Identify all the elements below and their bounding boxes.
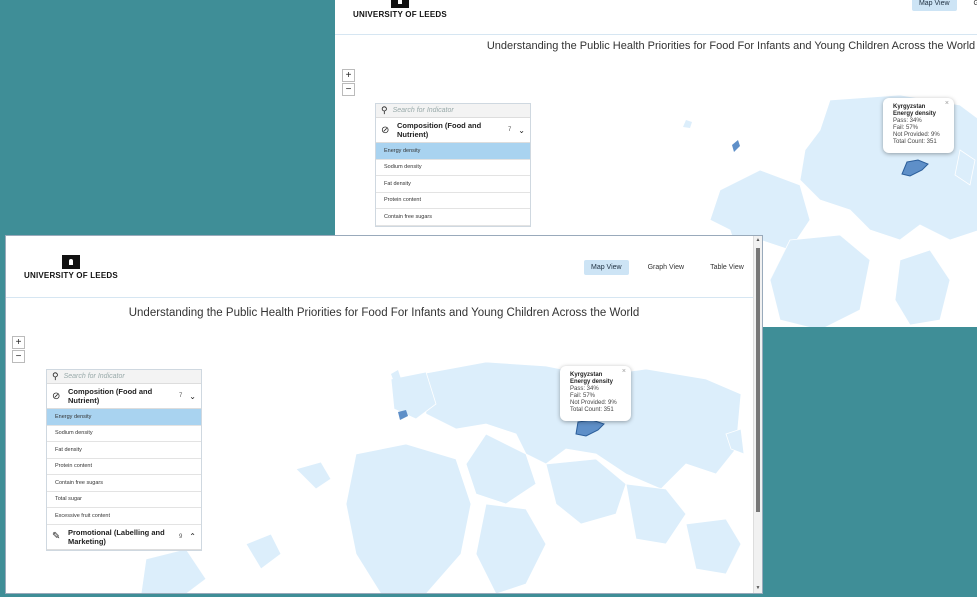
indicator-item-excessive-fruit-content[interactable]: Excessive fruit content bbox=[47, 508, 201, 525]
map-country-marker[interactable] bbox=[732, 140, 740, 152]
map-zoom-control: + − bbox=[342, 69, 355, 96]
group-label: Composition (Food and Nutrient) bbox=[68, 387, 153, 405]
page-scrollbar[interactable]: ▲ ▼ bbox=[753, 236, 762, 593]
indicator-item-energy-density[interactable]: Energy density bbox=[376, 143, 530, 160]
indicator-panel: ⚲ Search for Indicator ⊘ Composition (Fo… bbox=[46, 369, 202, 551]
tag-icon: ✎ bbox=[52, 531, 61, 542]
tab-graph-view[interactable]: Graph View bbox=[967, 0, 977, 11]
logo-text: UNIVERSITY OF LEEDS bbox=[24, 271, 118, 280]
indicator-item-protein-content[interactable]: Protein content bbox=[376, 193, 530, 209]
indicator-item-fat-density[interactable]: Fat density bbox=[47, 442, 201, 459]
site-header: UNIVERSITY OF LEEDS Map View Graph View … bbox=[6, 236, 762, 298]
indicator-item-fat-density[interactable]: Fat density bbox=[376, 176, 530, 193]
tooltip-fail: Fail: 57% bbox=[893, 125, 919, 131]
chevron-down-icon[interactable]: ⌄ bbox=[189, 392, 196, 401]
chevron-up-icon[interactable]: ⌃ bbox=[189, 532, 196, 541]
tab-graph-view[interactable]: Graph View bbox=[641, 260, 691, 275]
search-placeholder: Search for Indicator bbox=[63, 373, 125, 380]
country-tooltip: × Kyrgyzstan Energy density Pass: 34% Fa… bbox=[883, 98, 954, 153]
tooltip-pass: Pass: 34% bbox=[893, 118, 922, 124]
logo-mark-icon bbox=[390, 0, 409, 8]
tooltip-pass: Pass: 34% bbox=[570, 386, 599, 392]
tooltip-total: Total Count: 351 bbox=[893, 139, 937, 145]
country-tooltip: × Kyrgyzstan Energy density Pass: 34% Fa… bbox=[560, 366, 631, 421]
page-title: Understanding the Public Health Prioriti… bbox=[128, 307, 640, 319]
tooltip-fail: Fail: 57% bbox=[570, 393, 596, 399]
scrollbar-thumb[interactable] bbox=[756, 248, 760, 512]
zoom-out-button[interactable]: − bbox=[342, 83, 355, 96]
indicator-item-sodium-density[interactable]: Sodium density bbox=[376, 160, 530, 176]
close-icon[interactable]: × bbox=[945, 100, 949, 107]
indicator-search[interactable]: ⚲ Search for Indicator bbox=[376, 104, 530, 118]
view-nav: Map View Graph View Table View bbox=[584, 260, 751, 275]
university-logo[interactable]: UNIVERSITY OF LEEDS bbox=[353, 0, 447, 19]
group-composition[interactable]: ⊘ Composition (Food and Nutrient) 7 ⌄ bbox=[376, 118, 530, 143]
indicator-panel: ⚲ Search for Indicator ⊘ Composition (Fo… bbox=[375, 103, 531, 227]
browser-window: UNIVERSITY OF LEEDS Map View Graph View … bbox=[5, 235, 763, 594]
scroll-down-icon[interactable]: ▼ bbox=[754, 584, 762, 593]
world-map[interactable] bbox=[126, 354, 746, 594]
group-label: Composition (Food and Nutrient) bbox=[397, 121, 482, 139]
university-logo[interactable]: UNIVERSITY OF LEEDS bbox=[24, 255, 118, 280]
indicator-item-contain-free-sugars[interactable]: Contain free sugars bbox=[376, 209, 530, 226]
tooltip-indicator: Energy density bbox=[570, 379, 614, 385]
tab-map-view[interactable]: Map View bbox=[584, 260, 629, 275]
search-placeholder: Search for Indicator bbox=[392, 107, 454, 114]
group-count: 9 bbox=[178, 533, 183, 540]
indicator-item-protein-content[interactable]: Protein content bbox=[47, 459, 201, 475]
close-icon[interactable]: × bbox=[622, 368, 626, 375]
zoom-in-button[interactable]: + bbox=[12, 336, 25, 349]
tooltip-country: Kyrgyzstan bbox=[570, 372, 603, 378]
group-label: Promotional (Labelling and Marketing) bbox=[68, 527, 165, 546]
indicator-item-total-sugar[interactable]: Total sugar bbox=[47, 492, 201, 508]
view-nav: Map View Graph View bbox=[911, 0, 977, 11]
nutrient-icon: ⊘ bbox=[381, 124, 390, 136]
group-promotional[interactable]: ✎ Promotional (Labelling and Marketing) … bbox=[47, 525, 201, 550]
tab-map-view[interactable]: Map View bbox=[911, 0, 957, 11]
scroll-up-icon[interactable]: ▲ bbox=[754, 236, 762, 245]
tooltip-not-provided: Not Provided: 9% bbox=[570, 400, 617, 406]
group-composition[interactable]: ⊘ Composition (Food and Nutrient) 7 ⌄ bbox=[47, 384, 201, 409]
page-title: Understanding the Public Health Prioriti… bbox=[486, 40, 976, 52]
logo-text: UNIVERSITY OF LEEDS bbox=[353, 10, 447, 19]
tooltip-country: Kyrgyzstan bbox=[893, 104, 926, 110]
tooltip-indicator: Energy density bbox=[893, 111, 937, 117]
indicator-search[interactable]: ⚲ Search for Indicator bbox=[47, 370, 201, 384]
tooltip-total: Total Count: 351 bbox=[570, 407, 614, 413]
nutrient-icon: ⊘ bbox=[52, 390, 61, 402]
indicator-item-sodium-density[interactable]: Sodium density bbox=[47, 426, 201, 442]
tooltip-not-provided: Not Provided: 9% bbox=[893, 132, 940, 138]
indicator-item-contain-free-sugars[interactable]: Contain free sugars bbox=[47, 475, 201, 492]
search-icon: ⚲ bbox=[381, 105, 388, 115]
zoom-out-button[interactable]: − bbox=[12, 350, 25, 363]
search-icon: ⚲ bbox=[52, 371, 59, 381]
tab-table-view[interactable]: Table View bbox=[703, 260, 751, 275]
group-count: 7 bbox=[178, 393, 183, 399]
group-count: 7 bbox=[507, 127, 512, 133]
map-zoom-control: + − bbox=[12, 336, 25, 363]
zoom-in-button[interactable]: + bbox=[342, 69, 355, 82]
site-header: UNIVERSITY OF LEEDS Map View Graph View bbox=[335, 0, 977, 35]
logo-mark-icon bbox=[61, 255, 80, 269]
chevron-down-icon[interactable]: ⌄ bbox=[518, 126, 525, 135]
indicator-item-energy-density[interactable]: Energy density bbox=[47, 409, 201, 426]
